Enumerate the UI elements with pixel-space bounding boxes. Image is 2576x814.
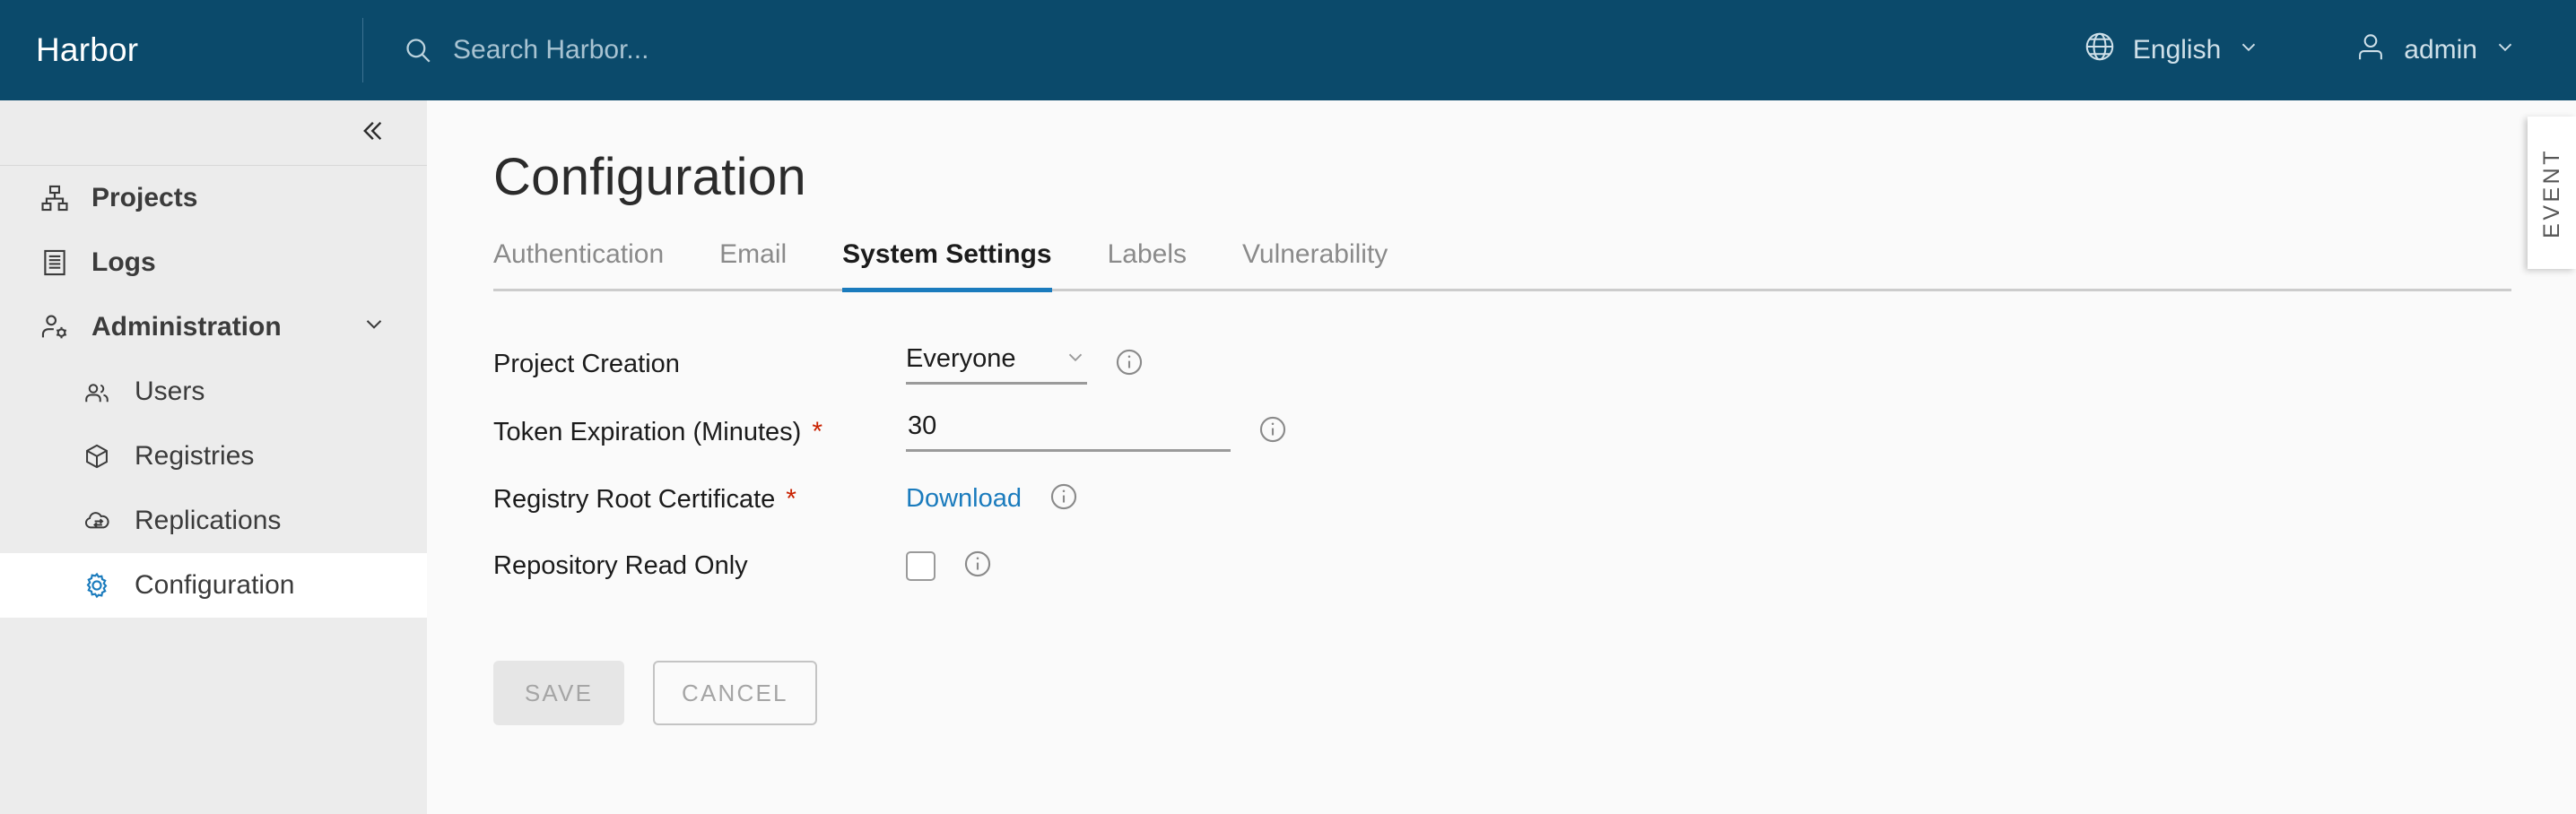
event-panel-label: EVENT [2538, 147, 2564, 238]
search-input[interactable] [453, 35, 1081, 65]
tab-vulnerability[interactable]: Vulnerability [1242, 239, 1388, 292]
sidebar-item-label: Registries [135, 441, 255, 471]
field-row-project-creation: Project Creation Everyone [493, 331, 2576, 398]
chevron-down-icon [2237, 35, 2260, 65]
language-label: English [2132, 35, 2222, 65]
system-settings-form: Project Creation Everyone Token Expirati… [493, 331, 2576, 600]
config-tabs: Authentication Email System Settings Lab… [493, 239, 2511, 292]
download-certificate-link[interactable]: Download [906, 484, 1022, 514]
tab-authentication[interactable]: Authentication [493, 239, 664, 292]
page-title: Configuration [493, 148, 806, 206]
search-icon [403, 35, 433, 65]
project-creation-label: Project Creation [493, 350, 680, 378]
registry-root-certificate-info-icon[interactable] [1049, 481, 1079, 516]
sidebar-item-administration[interactable]: Administration [0, 295, 427, 359]
project-creation-value: Everyone [906, 344, 1016, 373]
collapse-sidebar-button[interactable] [352, 110, 393, 156]
required-marker: * [812, 416, 823, 446]
sidebar-item-label: Replications [135, 506, 282, 535]
user-menu[interactable]: admin [2337, 21, 2533, 80]
user-label: admin [2404, 35, 2477, 65]
language-selector[interactable]: English [2067, 21, 2276, 80]
tab-labels[interactable]: Labels [1108, 239, 1187, 292]
project-creation-info-icon[interactable] [1114, 347, 1144, 382]
field-row-repository-read-only: Repository Read Only [493, 533, 2576, 600]
tab-system-settings[interactable]: System Settings [842, 239, 1052, 292]
global-search[interactable] [363, 35, 2067, 65]
app-header: Harbor English [0, 0, 2576, 100]
chevron-down-icon [2493, 35, 2517, 65]
repository-read-only-info-icon[interactable] [962, 549, 993, 584]
tab-email[interactable]: Email [719, 239, 787, 292]
sidebar-item-label: Configuration [135, 570, 295, 600]
field-row-token-expiration: Token Expiration (Minutes) * [493, 398, 2576, 465]
token-expiration-info-icon[interactable] [1258, 414, 1288, 449]
user-icon [2354, 30, 2388, 71]
sidebar-item-replications[interactable]: Replications [0, 489, 427, 553]
sidebar-item-label: Projects [91, 183, 198, 212]
configuration-icon [83, 571, 122, 600]
projects-icon [39, 183, 79, 213]
administration-icon [39, 312, 79, 342]
sidebar: Projects Logs Administration Users Regis… [0, 100, 427, 814]
sidebar-item-users[interactable]: Users [0, 359, 427, 424]
save-button[interactable]: SAVE [493, 661, 624, 725]
sidebar-collapse-row [0, 100, 427, 166]
sidebar-item-projects[interactable]: Projects [0, 166, 427, 230]
repository-read-only-checkbox[interactable] [906, 551, 936, 581]
form-actions: SAVE CANCEL [493, 661, 2576, 725]
cancel-button[interactable]: CANCEL [653, 661, 817, 725]
sidebar-item-label: Administration [91, 312, 282, 342]
main-content: Configuration Authentication Email Syste… [427, 100, 2576, 814]
repository-read-only-label: Repository Read Only [493, 551, 748, 580]
project-creation-select[interactable]: Everyone [906, 344, 1087, 385]
users-icon [83, 377, 122, 406]
sidebar-item-configuration[interactable]: Configuration [0, 553, 427, 618]
field-row-registry-root-certificate: Registry Root Certificate * Download [493, 465, 2576, 533]
brand-title: Harbor [36, 31, 139, 68]
registry-root-certificate-label: Registry Root Certificate * [493, 483, 796, 514]
logs-icon [39, 247, 79, 278]
chevron-down-icon[interactable] [361, 310, 387, 344]
chevron-down-icon [1064, 345, 1087, 373]
sidebar-item-label: Logs [91, 247, 156, 277]
sidebar-item-logs[interactable]: Logs [0, 230, 427, 295]
required-marker: * [786, 483, 796, 514]
registries-icon [83, 442, 122, 471]
sidebar-item-label: Users [135, 377, 205, 406]
token-expiration-label: Token Expiration (Minutes) * [493, 416, 823, 446]
globe-icon [2083, 30, 2117, 71]
header-actions: English admin [2067, 21, 2576, 80]
replications-icon [83, 507, 122, 535]
token-expiration-input[interactable] [906, 411, 1231, 452]
event-panel-tab[interactable]: EVENT [2528, 117, 2576, 269]
sidebar-item-registries[interactable]: Registries [0, 424, 427, 489]
